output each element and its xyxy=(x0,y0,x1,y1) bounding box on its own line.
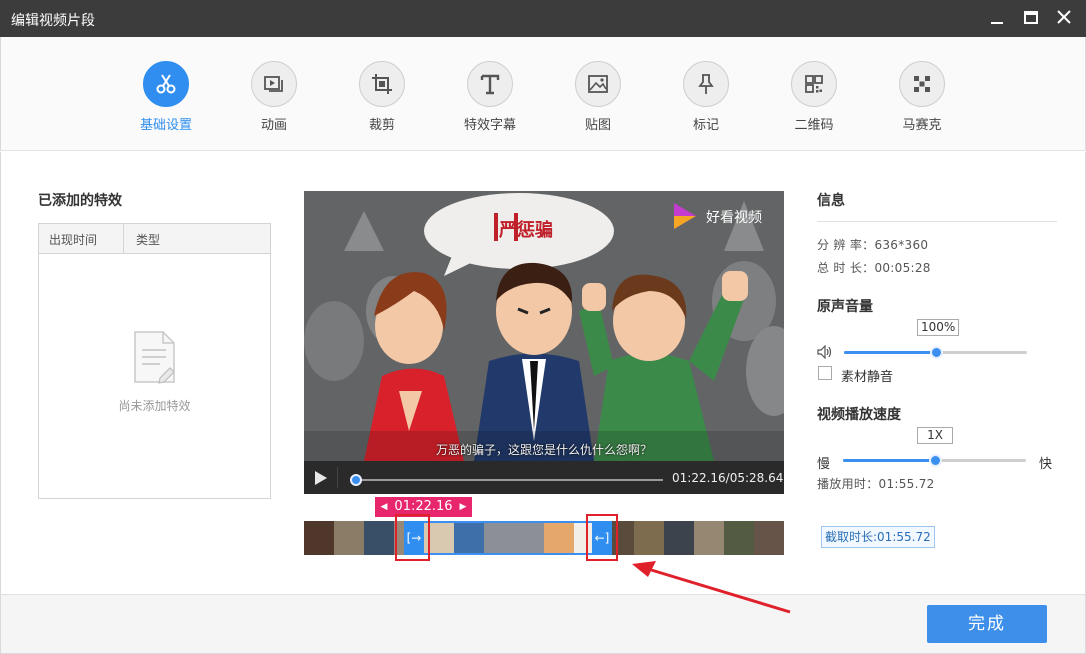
empty-effects-text: 尚未添加特效 xyxy=(118,399,191,413)
speed-fast-label: 快 xyxy=(1039,457,1053,472)
tab-sticker[interactable]: 贴图 xyxy=(558,61,638,133)
tab-label: 贴图 xyxy=(584,118,611,133)
tab-label: 基础设置 xyxy=(139,118,192,133)
timecode: 01:22.16/05:28.64 xyxy=(672,471,784,485)
resolution-label: 分 辨 率： xyxy=(817,238,875,252)
speed-slider-fill xyxy=(843,459,935,462)
highlight-box-start xyxy=(395,514,430,561)
duration-row: 总 时 长：00:05:28 xyxy=(817,259,931,276)
column-time[interactable]: 出现时间 xyxy=(49,231,97,248)
window-title: 编辑视频片段 xyxy=(11,13,95,29)
progress-knob[interactable] xyxy=(350,474,362,486)
step-forward-icon[interactable]: ▶ xyxy=(456,497,470,517)
play-time-value: 01:55.72 xyxy=(878,477,935,491)
progress-track[interactable] xyxy=(354,479,663,481)
info-divider xyxy=(817,221,1057,222)
minimize-icon xyxy=(991,22,1003,24)
speed-title: 视频播放速度 xyxy=(817,407,901,423)
video-player[interactable]: 严惩骗 好看视频 万恶的骗子，这跟您是什么仇什么怨啊？ 01:22.16/05:… xyxy=(304,191,784,494)
tab-marker[interactable]: 标记 xyxy=(666,61,746,133)
resolution-row: 分 辨 率：636*360 xyxy=(817,236,928,253)
mosaic-icon xyxy=(914,76,930,92)
tab-animation[interactable]: 动画 xyxy=(234,61,314,133)
cut-duration-badge: 截取时长:01:55.72 xyxy=(821,526,935,548)
mute-label[interactable]: 素材静音 xyxy=(841,366,893,385)
speed-slow-label: 慢 xyxy=(817,457,831,472)
column-type[interactable]: 类型 xyxy=(136,231,160,248)
close-icon xyxy=(1057,10,1071,24)
trim-start-time: 01:22.16 xyxy=(394,499,453,514)
tab-qrcode[interactable]: 二维码 xyxy=(774,61,854,133)
volume-slider-knob[interactable] xyxy=(929,346,943,359)
effects-table-header: 出现时间 类型 xyxy=(39,224,270,254)
image-icon xyxy=(588,75,608,93)
unselected-region xyxy=(603,521,784,555)
main-content: 已添加的特效 出现时间 类型 尚未添加特效 严惩骗 好看视频 万恶的骗子，这跟您… xyxy=(0,152,1086,594)
pin-icon xyxy=(698,74,714,94)
control-divider xyxy=(337,467,338,488)
maximize-button[interactable] xyxy=(1017,6,1045,30)
dialog-footer: 完成 xyxy=(0,594,1086,654)
video-subtitle: 万恶的骗子，这跟您是什么仇什么怨啊？ xyxy=(435,443,652,457)
info-title: 信息 xyxy=(817,193,845,209)
play-time-label: 播放用时： xyxy=(817,477,879,491)
trim-selection[interactable] xyxy=(421,521,603,555)
tab-basic-settings[interactable]: 基础设置 xyxy=(126,61,206,133)
scissors-icon xyxy=(156,74,176,94)
mute-checkbox[interactable] xyxy=(818,366,832,380)
close-button[interactable] xyxy=(1050,6,1078,30)
maximize-icon xyxy=(1024,11,1038,24)
duration-value: 00:05:28 xyxy=(874,261,931,275)
edit-toolbar: 基础设置 动画 裁剪 特效字幕 贴图 标记 二维码 马赛克 xyxy=(0,37,1086,151)
minimize-button[interactable] xyxy=(983,6,1011,30)
timeline-filmstrip[interactable]: [→ ←] xyxy=(304,521,784,555)
column-divider xyxy=(123,224,124,254)
video-frame: 严惩骗 好看视频 xyxy=(304,191,784,461)
tab-label: 二维码 xyxy=(794,118,834,133)
effects-table: 出现时间 类型 尚未添加特效 xyxy=(38,223,271,499)
qrcode-icon xyxy=(805,75,823,93)
step-back-icon[interactable]: ◀ xyxy=(377,497,391,517)
tab-label: 特效字幕 xyxy=(463,118,516,133)
volume-slider-fill xyxy=(844,351,936,354)
title-bar: 编辑视频片段 xyxy=(0,0,1086,37)
crop-icon xyxy=(372,74,392,94)
speaker-icon[interactable] xyxy=(817,345,833,359)
resolution-value: 636*360 xyxy=(874,238,929,252)
tab-label: 标记 xyxy=(692,118,719,133)
tab-effect-subtitles[interactable]: 特效字幕 xyxy=(450,61,530,133)
tab-label: 马赛克 xyxy=(902,118,942,133)
tab-crop[interactable]: 裁剪 xyxy=(342,61,422,133)
tab-label: 裁剪 xyxy=(368,118,395,133)
volume-title: 原声音量 xyxy=(817,299,873,315)
speed-value-bubble: 1X xyxy=(917,427,953,444)
effects-title: 已添加的特效 xyxy=(38,193,122,209)
highlight-box-end xyxy=(586,514,618,561)
empty-document-icon xyxy=(134,331,175,384)
play-icon[interactable] xyxy=(314,470,328,486)
volume-value-bubble: 100% xyxy=(917,319,960,336)
text-icon xyxy=(480,74,500,95)
speed-slider-knob[interactable] xyxy=(928,454,942,467)
tab-label: 动画 xyxy=(260,118,287,133)
watermark-text: 好看视频 xyxy=(706,210,762,226)
cartoon-scene-image: 严惩骗 好看视频 xyxy=(304,191,784,461)
play-time-row: 播放用时：01:55.72 xyxy=(817,475,935,492)
tab-mosaic[interactable]: 马赛克 xyxy=(882,61,962,133)
player-control-bar: 01:22.16/05:28.64 xyxy=(304,461,784,494)
banner-text: 严惩骗 xyxy=(499,219,553,241)
duration-label: 总 时 长： xyxy=(817,261,875,275)
animation-icon xyxy=(264,76,283,92)
done-button[interactable]: 完成 xyxy=(927,605,1047,643)
